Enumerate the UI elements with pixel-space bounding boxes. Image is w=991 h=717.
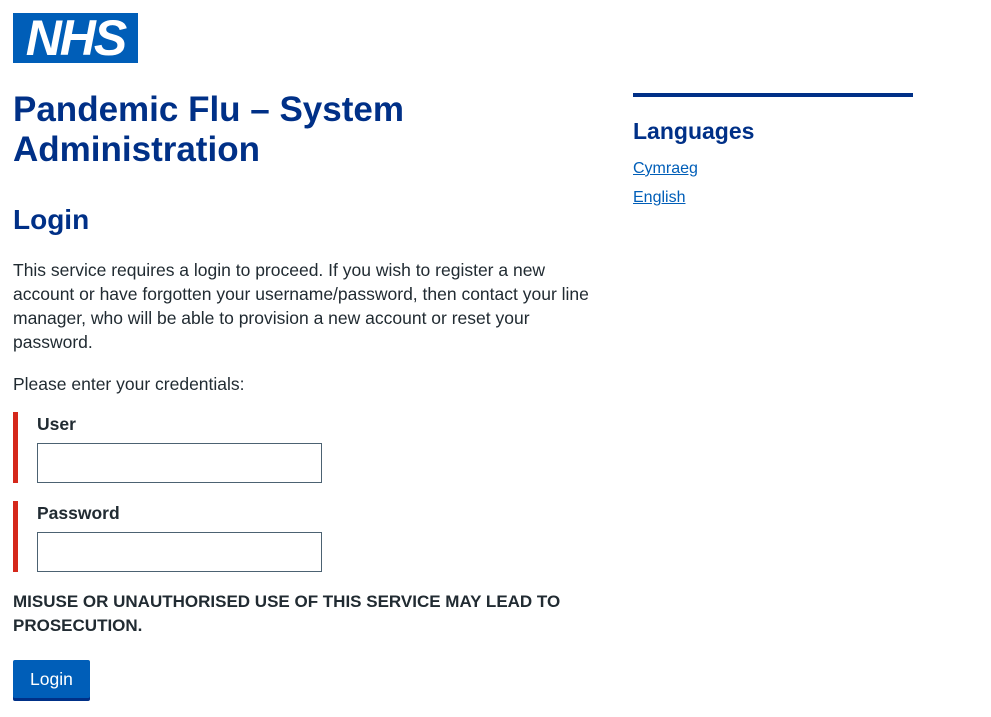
language-list: Cymraeg English — [633, 159, 913, 208]
password-input[interactable] — [37, 532, 322, 572]
language-item: Cymraeg — [633, 159, 913, 179]
user-label: User — [37, 414, 76, 434]
languages-heading: Languages — [633, 118, 755, 144]
main-content: Pandemic Flu – System Administration Log… — [13, 90, 603, 698]
user-input[interactable] — [37, 443, 322, 483]
language-item: English — [633, 188, 913, 208]
nhs-logo: NHS — [13, 13, 138, 63]
login-intro-text: This service requires a login to proceed… — [13, 260, 589, 352]
page-title: Pandemic Flu – System Administration — [13, 90, 404, 169]
login-button[interactable]: Login — [13, 660, 90, 698]
languages-panel: Languages Cymraeg English — [633, 93, 913, 217]
language-link-cymraeg[interactable]: Cymraeg — [633, 160, 698, 177]
language-link-english[interactable]: English — [633, 189, 685, 206]
misuse-warning: MISUSE OR UNAUTHORISED USE OF THIS SERVI… — [13, 592, 561, 635]
user-field-group: User — [13, 412, 603, 483]
login-heading: Login — [13, 204, 90, 235]
password-label: Password — [37, 503, 120, 523]
credentials-prompt: Please enter your credentials: — [13, 374, 245, 394]
password-field-group: Password — [13, 501, 603, 572]
